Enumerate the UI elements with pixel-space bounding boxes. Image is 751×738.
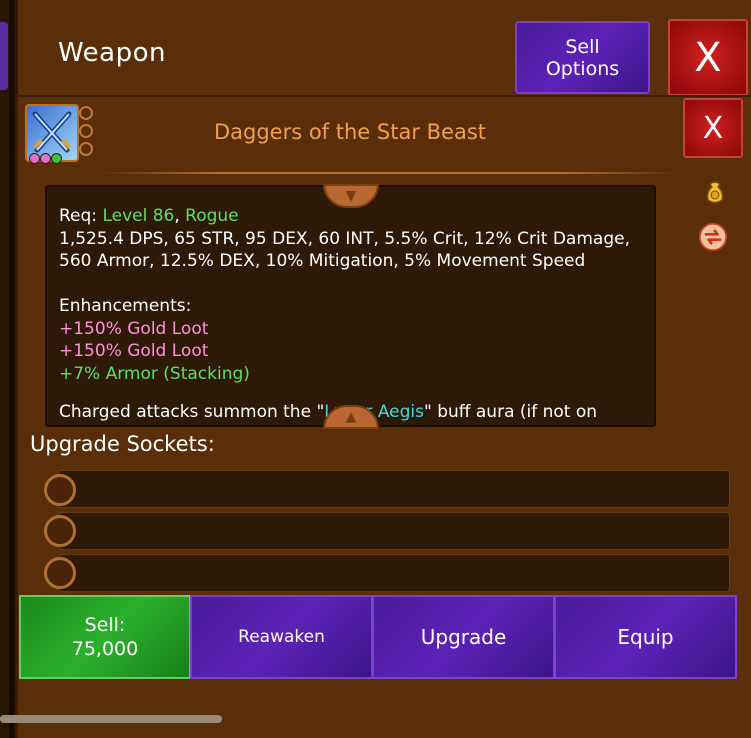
crossed-daggers-icon — [32, 111, 72, 153]
item-description-box[interactable]: Req: Level 86, Rogue 1,525.4 DPS, 65 STR… — [45, 185, 656, 427]
upgrade-sockets-label: Upgrade Sockets: — [30, 432, 215, 456]
item-socket-dot-3 — [79, 142, 93, 156]
item-icon[interactable] — [25, 104, 79, 164]
cutoff-text-a: Charged attacks summon the " — [59, 402, 325, 422]
upgrade-button[interactable]: Upgrade — [372, 595, 555, 679]
upgrade-socket-row-2[interactable] — [58, 512, 730, 550]
item-socket-dot-2 — [79, 124, 93, 138]
equip-button[interactable]: Equip — [554, 595, 737, 679]
sell-options-button[interactable]: Sell Options — [515, 21, 650, 94]
stats-line-2: 560 Armor, 12.5% DEX, 10% Mitigation, 5%… — [59, 251, 586, 271]
item-socket-dot-1 — [79, 106, 93, 120]
left-tab-nub[interactable] — [0, 22, 8, 90]
enhancement-1: +150% Gold Loot — [59, 318, 209, 339]
item-name: Daggers of the Star Beast — [213, 120, 487, 144]
chevron-up-icon: ▲ — [345, 409, 357, 425]
enhancement-3: +7% Armor (Stacking) — [59, 363, 250, 384]
cutoff-text-c: " buff aura (if not on — [423, 402, 598, 422]
upgrade-socket-row-3[interactable] — [58, 554, 730, 592]
sell-label: Sell: — [84, 614, 126, 636]
gem-slot-3 — [51, 153, 62, 164]
gem-slot-2 — [40, 153, 51, 164]
sell-button[interactable]: Sell: 75,000 — [19, 595, 191, 679]
sell-price: 75,000 — [71, 638, 139, 660]
left-edge-stripe — [9, 0, 14, 738]
upgrade-socket-icon-1 — [44, 474, 76, 506]
sell-options-label-line2: Options — [545, 57, 620, 80]
chevron-down-icon: ▼ — [345, 188, 357, 204]
swap-icon[interactable] — [698, 222, 728, 252]
upgrade-socket-row-1[interactable] — [58, 470, 730, 508]
req-separator: , — [174, 206, 180, 226]
req-class: Rogue — [185, 206, 239, 226]
sell-options-label-line1: Sell — [565, 35, 600, 58]
gem-slot-1 — [29, 153, 40, 164]
close-item-button[interactable]: X — [683, 98, 743, 158]
gold-bag-icon[interactable] — [700, 176, 730, 206]
upgrade-socket-icon-3 — [44, 557, 76, 589]
enhancements-label: Enhancements: — [59, 296, 192, 316]
title-divider — [100, 172, 680, 174]
stats-line-1: 1,525.4 DPS, 65 STR, 95 DEX, 60 INT, 5.5… — [59, 228, 630, 249]
horizontal-scrollbar[interactable] — [0, 715, 222, 723]
enhancement-2: +150% Gold Loot — [59, 341, 209, 361]
reawaken-button[interactable]: Reawaken — [190, 595, 373, 679]
requirement-line: Req: Level 86, Rogue — [59, 205, 646, 228]
page-title: Weapon — [58, 38, 167, 68]
close-window-button[interactable]: X — [668, 19, 748, 96]
req-level: Level 86 — [102, 206, 175, 226]
item-description-text: Req: Level 86, Rogue 1,525.4 DPS, 65 STR… — [59, 205, 646, 424]
upgrade-socket-icon-2 — [44, 515, 76, 547]
req-label: Req: — [59, 206, 98, 226]
